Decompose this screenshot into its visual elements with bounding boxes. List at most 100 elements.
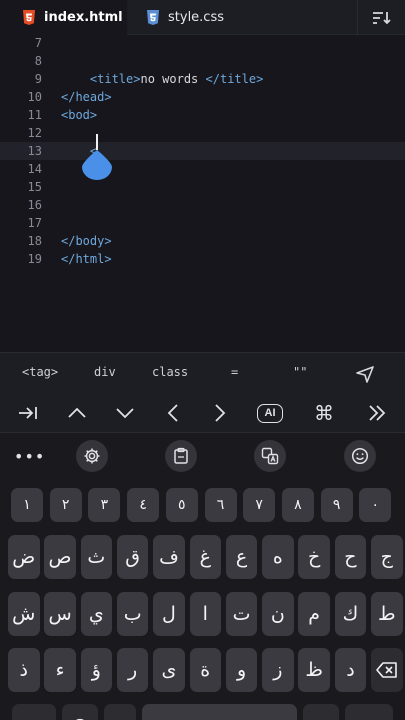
double-right-button[interactable] (363, 400, 391, 426)
line-number: 10 (27, 90, 42, 104)
key-letter[interactable]: ؤ (80, 648, 113, 692)
key-digit[interactable]: ٧ (243, 488, 276, 522)
key-letter[interactable]: ذ (8, 648, 40, 692)
key-letter[interactable]: ا (189, 592, 221, 636)
code-line[interactable]: 13 < (0, 142, 405, 160)
symbols-key[interactable] (12, 704, 56, 720)
key-letter[interactable]: ة (189, 648, 221, 692)
command-button[interactable]: ⌘ (310, 400, 338, 426)
key-digit[interactable]: ٣ (88, 488, 121, 522)
code-line[interactable]: 18 </body> (0, 232, 405, 250)
line-number: 7 (34, 36, 42, 50)
sort-button[interactable] (357, 0, 405, 35)
code-line[interactable]: 17 (0, 214, 405, 232)
key-letter[interactable]: ن (262, 592, 294, 636)
snippet-equals[interactable]: = (231, 365, 238, 379)
key-letter[interactable]: و (225, 648, 258, 692)
key-letter[interactable]: ب (116, 592, 149, 636)
code-line[interactable]: 9 <title>no words </title> (0, 70, 405, 88)
tab-index-html[interactable]: index.html (0, 0, 127, 35)
key-letter[interactable]: ض (8, 535, 40, 579)
arrow-left-button[interactable] (159, 400, 187, 426)
key-letter[interactable]: ز (262, 648, 294, 692)
clipboard-button[interactable] (165, 440, 197, 472)
keyboard-settings-button[interactable] (76, 440, 108, 472)
key-digit[interactable]: ٩ (320, 488, 353, 522)
comma-key[interactable] (104, 704, 136, 720)
key-digit[interactable]: ٠ (359, 488, 392, 522)
line-number: 18 (27, 234, 42, 248)
key-letter[interactable]: ت (225, 592, 258, 636)
key-letter[interactable]: ء (44, 648, 76, 692)
key-letter[interactable]: ف (153, 535, 185, 579)
tab-indent-button[interactable] (14, 400, 42, 426)
key-letter[interactable]: ق (116, 535, 149, 579)
ai-button[interactable]: AI (256, 400, 284, 426)
send-icon[interactable] (355, 365, 375, 383)
period-key[interactable] (303, 704, 339, 720)
key-letter[interactable]: ص (44, 535, 76, 579)
backspace-icon (375, 662, 397, 678)
key-letter[interactable]: م (298, 592, 330, 636)
key-letter[interactable]: ل (153, 592, 185, 636)
chevron-up-icon (68, 407, 86, 418)
key-letter[interactable]: ى (153, 648, 185, 692)
line-number: 15 (27, 180, 42, 194)
key-letter[interactable]: ع (225, 535, 258, 579)
tab-bar: index.html style.css (0, 0, 405, 35)
key-digit[interactable]: ٥ (165, 488, 198, 522)
key-letter[interactable]: ظ (298, 648, 330, 692)
key-letter[interactable]: ك (334, 592, 367, 636)
space-key[interactable] (142, 704, 297, 720)
arrow-right-button[interactable] (206, 400, 234, 426)
snippet-tag[interactable]: <tag> (22, 365, 58, 379)
clipboard-icon (174, 447, 188, 464)
line-number: 17 (27, 216, 42, 230)
backspace-key[interactable] (371, 648, 403, 692)
enter-key[interactable] (345, 704, 393, 720)
tab-style-css[interactable]: style.css (143, 0, 224, 35)
key-letter[interactable]: د (334, 648, 367, 692)
key-letter[interactable]: غ (189, 535, 221, 579)
snippet-class[interactable]: class (152, 365, 188, 379)
key-letter[interactable]: خ (298, 535, 330, 579)
more-icon[interactable]: ••• (14, 447, 45, 466)
key-letter[interactable]: ش (8, 592, 40, 636)
snippet-div[interactable]: div (94, 365, 116, 379)
code-line[interactable]: 14 (0, 160, 405, 178)
key-letter[interactable]: ط (371, 592, 403, 636)
key-digit[interactable]: ١ (11, 488, 43, 522)
css3-icon (147, 9, 159, 25)
key-letter[interactable]: س (44, 592, 76, 636)
snippet-quotes[interactable]: "" (293, 365, 307, 379)
code-editor[interactable]: 7 8 9 <title>no words </title> 10 </head> 11 <… (0, 35, 405, 352)
key-digit[interactable]: ٤ (127, 488, 160, 522)
arrow-up-button[interactable] (63, 400, 91, 426)
code-line[interactable]: 8 (0, 52, 405, 70)
cursor-handle-icon[interactable] (82, 150, 112, 180)
code-line[interactable]: 16 (0, 196, 405, 214)
key-letter[interactable]: ح (334, 535, 367, 579)
key-letter[interactable]: ث (80, 535, 113, 579)
code-line[interactable]: 10 </head> (0, 88, 405, 106)
code-line[interactable]: 12 (0, 124, 405, 142)
emoji-icon (351, 447, 369, 465)
emoji-button[interactable] (344, 440, 376, 472)
code-line[interactable]: 19 </html> (0, 250, 405, 268)
key-digit[interactable]: ٦ (204, 488, 237, 522)
translate-button[interactable] (254, 440, 286, 472)
key-digit[interactable]: ٨ (281, 488, 314, 522)
key-letter[interactable]: ي (80, 592, 113, 636)
key-digit[interactable]: ٢ (49, 488, 82, 522)
command-icon: ⌘ (314, 401, 334, 425)
code-line[interactable]: 11 <bod> (0, 106, 405, 124)
key-letter[interactable]: ه (262, 535, 294, 579)
code-line[interactable]: 7 (0, 35, 405, 52)
key-letter[interactable]: ج (371, 535, 403, 579)
line-code: </head> (61, 90, 112, 104)
key-letter[interactable]: ر (116, 648, 149, 692)
globe-key[interactable] (62, 704, 98, 720)
arrow-down-button[interactable] (111, 400, 139, 426)
code-line[interactable]: 15 (0, 178, 405, 196)
html5-icon (23, 9, 35, 25)
